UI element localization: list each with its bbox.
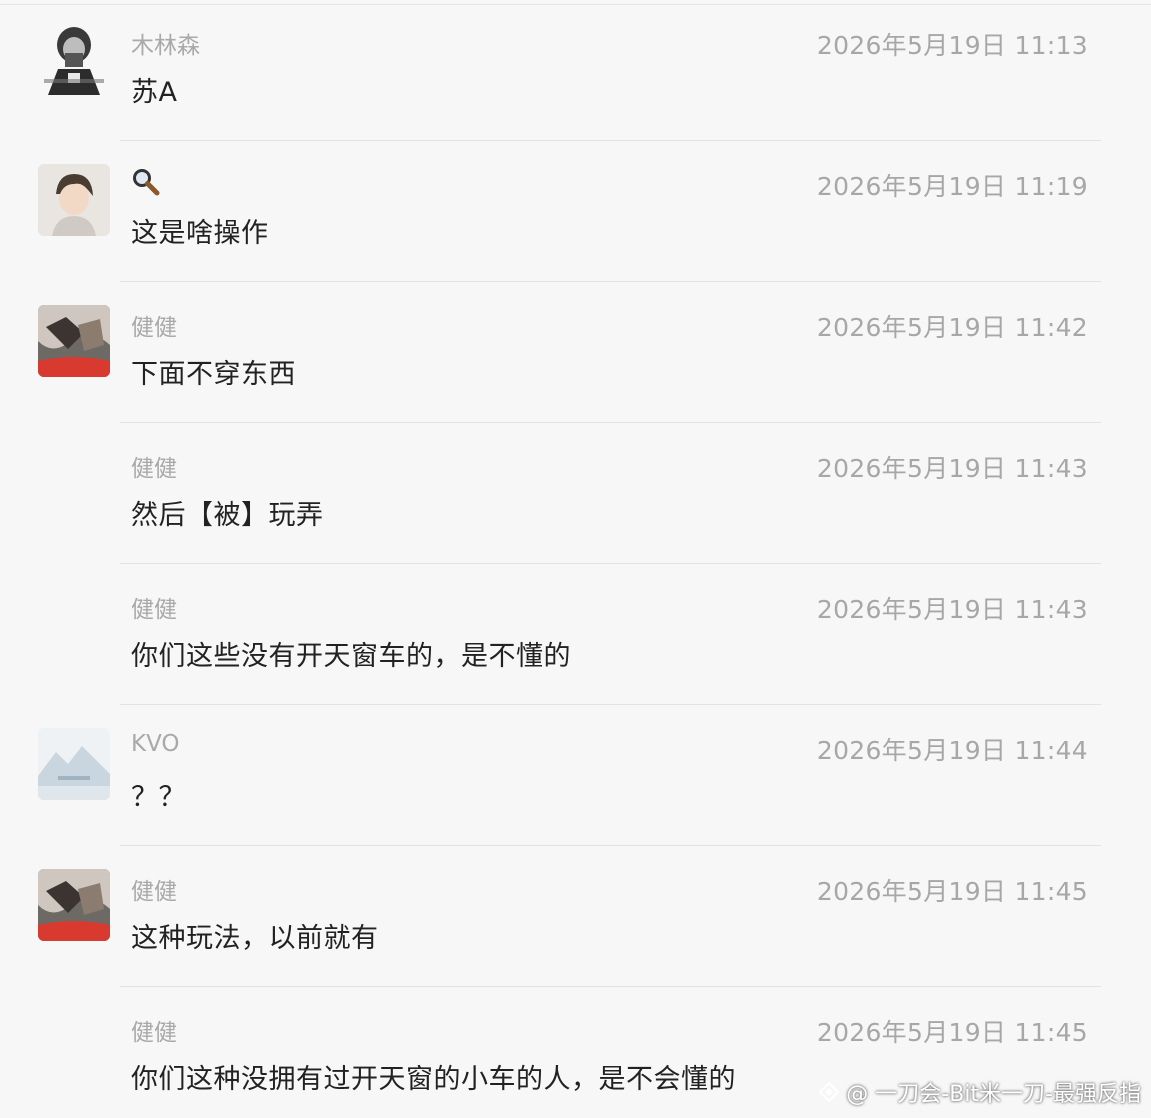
message-row: 健健 2026年5月19日 11:43 你们这些没有开天窗车的，是不懂的 xyxy=(0,564,1151,705)
sender-name: 木林森 xyxy=(131,33,200,59)
magnifier-icon xyxy=(133,169,160,196)
sender-name: 健健 xyxy=(131,456,177,482)
diamond-logo-icon xyxy=(818,1081,840,1103)
message-row: 2026年5月19日 11:19 这是啥操作 xyxy=(0,141,1151,282)
message-text: 这种玩法，以前就有 xyxy=(131,923,379,954)
sender-name: 健健 xyxy=(131,1020,177,1046)
sender-name: 健健 xyxy=(131,597,177,623)
message-text: 这是啥操作 xyxy=(131,218,269,249)
sender-name: KVO xyxy=(131,731,180,757)
sender-name: 健健 xyxy=(131,879,177,905)
timestamp: 2026年5月19日 11:43 xyxy=(816,595,1088,624)
timestamp: 2026年5月19日 11:45 xyxy=(816,877,1088,906)
message-text: 下面不穿东西 xyxy=(131,359,296,390)
message-text: 然后【被】玩弄 xyxy=(131,500,324,531)
photo-avatar[interactable] xyxy=(38,869,110,941)
timestamp: 2026年5月19日 11:44 xyxy=(816,736,1088,765)
message-text: ？？ xyxy=(131,782,186,813)
person-avatar[interactable] xyxy=(38,164,110,236)
timestamp: 2026年5月19日 11:13 xyxy=(816,31,1088,60)
message-text: 你们这种没拥有过开天窗的小车的人，是不会懂的 xyxy=(131,1064,736,1095)
timestamp: 2026年5月19日 11:43 xyxy=(816,454,1088,483)
watermark: @ 一刀会-Bit米一刀-最强反指 xyxy=(818,1076,1141,1108)
message-text: 苏A xyxy=(131,77,178,108)
timestamp: 2026年5月19日 11:19 xyxy=(816,172,1088,201)
message-text: 你们这些没有开天窗车的，是不懂的 xyxy=(131,641,571,672)
message-row: 木林森 2026年5月19日 11:13 苏A xyxy=(0,0,1151,141)
timestamp: 2026年5月19日 11:42 xyxy=(816,313,1088,342)
watermark-text: @ 一刀会-Bit米一刀-最强反指 xyxy=(846,1082,1141,1107)
timestamp: 2026年5月19日 11:45 xyxy=(816,1018,1088,1047)
message-row: KVO 2026年5月19日 11:44 ？？ xyxy=(0,705,1151,846)
mountain-avatar[interactable] xyxy=(38,728,110,800)
message-row: 健健 2026年5月19日 11:43 然后【被】玩弄 xyxy=(0,423,1151,564)
message-row: 健健 2026年5月19日 11:42 下面不穿东西 xyxy=(0,282,1151,423)
sketch-avatar[interactable] xyxy=(38,23,110,95)
message-row: 健健 2026年5月19日 11:45 这种玩法，以前就有 xyxy=(0,846,1151,987)
photo-avatar[interactable] xyxy=(38,305,110,377)
sender-name-icon xyxy=(131,167,161,203)
sender-name: 健健 xyxy=(131,315,177,341)
